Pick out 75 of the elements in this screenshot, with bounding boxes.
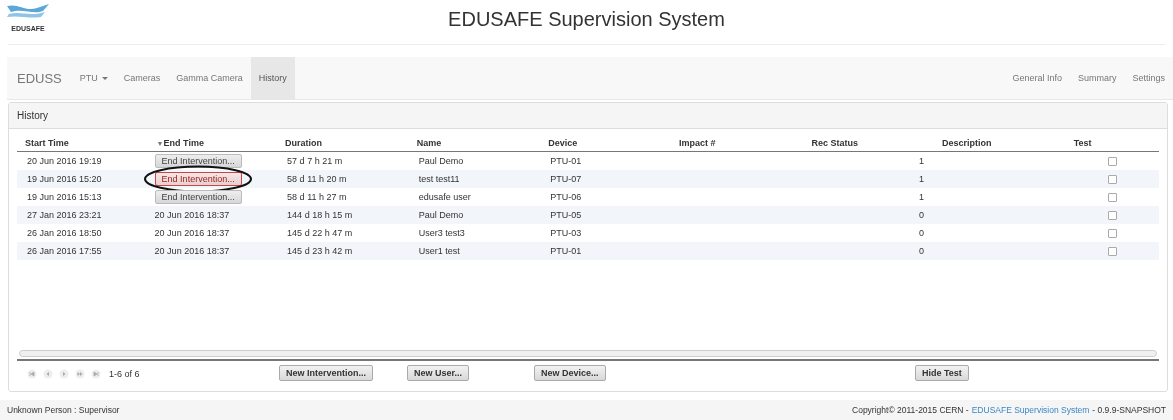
new-device-button[interactable]: New Device... [534,365,606,381]
table-cell: 145 d 23 h 42 m [287,246,353,256]
table-cell: 145 d 22 h 47 m [287,228,353,238]
table-cell: 57 d 7 h 21 m [287,156,343,166]
nav-tab[interactable]: PTU [71,57,116,99]
nav-tab[interactable]: History [250,57,295,99]
column-header[interactable]: Description [934,135,1066,152]
table-cell: User3 test3 [418,228,465,238]
nav-tab[interactable]: Gamma Camera [168,57,251,99]
table-cell: PTU-01 [550,246,582,256]
test-checkbox[interactable] [1107,229,1117,239]
table-cell: PTU-06 [550,192,582,202]
app-link[interactable]: EDUSAFE Supervision System [971,405,1090,415]
test-checkbox[interactable] [1107,211,1117,221]
table-cell: test test11 [418,174,460,184]
nav-link[interactable]: Settings [1124,57,1173,99]
table-cell: 0 [919,246,925,256]
table-cell: User1 test [418,246,460,256]
nav-tab[interactable]: Cameras [115,57,169,99]
test-checkbox[interactable] [1107,157,1117,167]
user-label: Unknown Person : Supervisor [7,405,120,415]
column-header[interactable]: Test [1065,135,1159,152]
column-header[interactable]: Name [408,135,541,152]
nav-link[interactable]: General Info [1004,57,1070,99]
table-cell: 27 Jan 2016 23:21 [27,210,102,220]
table-cell: 20 Jun 2016 19:19 [27,156,102,166]
table-cell: 1 [919,156,925,166]
table-cell: 19 Jun 2016 15:20 [27,174,102,184]
last-page-icon[interactable] [91,369,101,379]
column-header[interactable]: Rec Status [803,135,935,152]
table-cell: PTU-01 [550,156,582,166]
prev-page-icon[interactable] [43,369,53,379]
table-cell: 1 [919,192,925,202]
table-cell: 19 Jun 2016 15:13 [27,192,102,202]
hide-test-button[interactable]: Hide Test [915,365,969,381]
table-cell: 1 [919,174,925,184]
table-cell: 26 Jan 2016 17:55 [27,246,102,256]
end-intervention-button[interactable]: End Intervention... [154,172,242,186]
brand-link[interactable]: EDUSS [7,57,72,99]
logo-icon [5,3,51,19]
table-cell: 20 Jun 2016 18:37 [154,210,230,220]
page-title: EDUSAFE Supervision System [448,8,725,31]
table-cell: PTU-05 [550,210,582,220]
new-user-button[interactable]: New User... [407,365,470,381]
table-cell: PTU-07 [550,174,582,184]
panel-title: History [9,103,1167,129]
table-cell: Paul Demo [418,156,464,166]
column-header[interactable]: Device [540,135,671,152]
table-cell: 20 Jun 2016 18:37 [154,228,230,238]
nav-link[interactable]: Summary [1069,57,1125,99]
table-cell: 20 Jun 2016 18:37 [154,246,230,256]
new-intervention-button[interactable]: New Intervention... [279,365,373,381]
table-cell: Paul Demo [418,210,464,220]
table-cell: 58 d 11 h 20 m [287,174,347,184]
page-range: 1-6 of 6 [109,369,140,379]
table-cell: 58 d 11 h 27 m [287,192,347,202]
table-cell: 0 [919,228,925,238]
end-intervention-button[interactable]: End Intervention... [154,190,242,204]
next-page-icon[interactable] [59,369,69,379]
table-cell: edusafe user [418,192,471,202]
test-checkbox[interactable] [1107,193,1117,203]
end-intervention-button[interactable]: End Intervention... [154,154,242,168]
first-page-icon[interactable] [27,369,37,379]
table-cell: 26 Jan 2016 18:50 [27,228,102,238]
copyright-text: Copyright© 2011-2015 CERN - [852,405,969,415]
table-cell: 0 [919,210,925,220]
test-checkbox[interactable] [1107,175,1117,185]
column-header[interactable]: Start Time [17,135,149,152]
fast-forward-icon[interactable] [75,369,85,379]
table-cell: 144 d 18 h 15 m [287,210,353,220]
version-text: - 0.9.9-SNAPSHOT [1092,405,1166,415]
column-header[interactable]: Impact # [670,135,804,152]
column-header[interactable]: Duration [277,135,409,152]
test-checkbox[interactable] [1107,247,1117,257]
table-cell: PTU-03 [550,228,582,238]
